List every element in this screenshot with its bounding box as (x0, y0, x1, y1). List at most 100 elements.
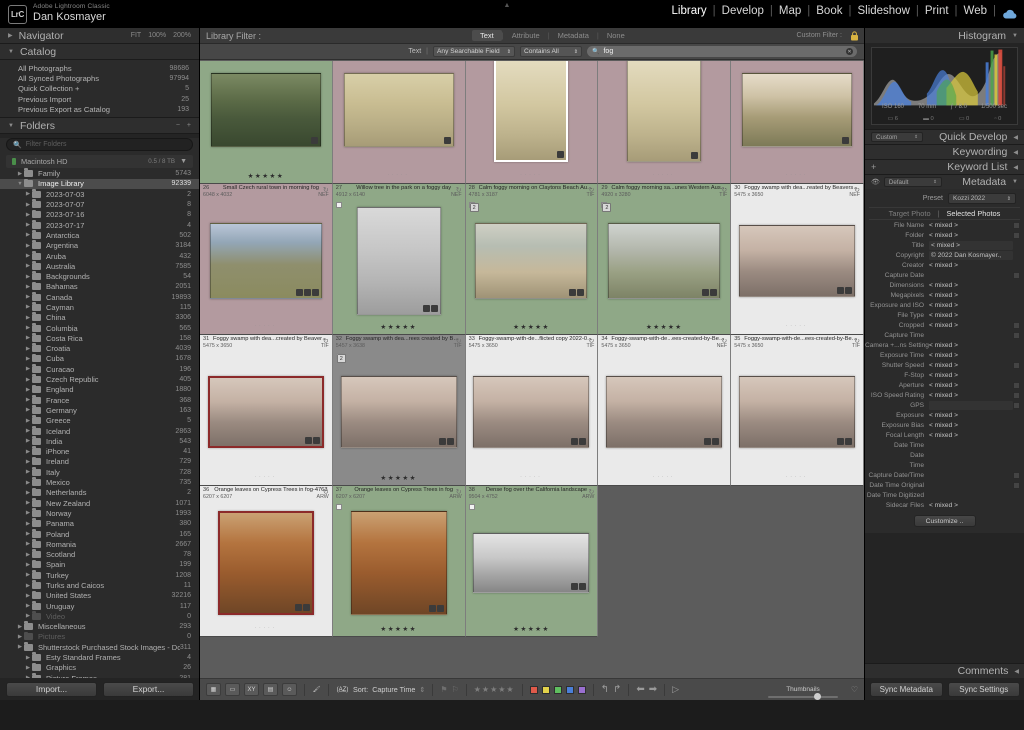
add-folder-button[interactable]: + (187, 122, 191, 129)
metadata-field-action-icon[interactable] (1013, 401, 1020, 409)
metadata-field-action-icon[interactable] (1013, 321, 1020, 329)
cell-body[interactable]: ↻ (333, 61, 465, 171)
folder-disclosure-icon[interactable]: ▶ (24, 387, 32, 393)
rotate-icon[interactable]: ↻ (589, 337, 595, 345)
cell-badge-icon[interactable] (710, 289, 718, 296)
folder-item[interactable]: ▶ Canada 19893 (0, 291, 199, 302)
metadata-field-action-icon[interactable] (1013, 361, 1020, 369)
metadata-field[interactable]: Exposure < mixed > (865, 410, 1024, 420)
metadata-field-value[interactable]: < mixed > (929, 412, 1013, 419)
cell-body[interactable]: ↻ (200, 61, 332, 171)
metadata-field[interactable]: File Type < mixed > (865, 310, 1024, 320)
photo-thumbnail[interactable] (356, 207, 441, 315)
folder-item[interactable]: ▶ France 368 (0, 394, 199, 405)
folder-disclosure-icon[interactable]: ▶ (24, 356, 32, 362)
metadata-field[interactable]: Cropped < mixed > (865, 320, 1024, 330)
thumbnail-grid[interactable]: 6016 x 1284CR2↻★★★★★6016 x 1284CR2↻·····… (200, 61, 864, 667)
cell-body[interactable]: ↻ (200, 338, 332, 473)
photo-thumbnail[interactable] (343, 73, 454, 147)
stack-count-badge[interactable]: 2 (336, 354, 346, 363)
metadata-field-action-icon[interactable] (1013, 481, 1020, 489)
cell-rating-stars[interactable]: ····· (200, 323, 332, 328)
folder-disclosure-icon[interactable]: ▶ (24, 253, 32, 259)
flag-pick-icon[interactable] (335, 202, 342, 208)
folder-item[interactable]: ▶ Mexico 735 (0, 477, 199, 487)
photo-thumbnail[interactable] (473, 376, 590, 448)
folder-disclosure-icon[interactable]: ▶ (24, 377, 32, 383)
folder-disclosure-icon[interactable]: ▶ (24, 222, 32, 228)
cell-rating-stars[interactable]: ★★★★★ (200, 172, 332, 180)
folder-item[interactable]: ▶ 2023-07-16 8 (0, 209, 199, 220)
thumbnail-cell[interactable]: 27 Willow tree in the park on a foggy day… (332, 184, 466, 335)
folder-disclosure-icon[interactable]: ▶ (24, 325, 32, 331)
folder-item[interactable]: ▶ Germany 163 (0, 405, 199, 415)
folder-item[interactable]: ▶ Esty Standard Frames 4 (0, 652, 199, 662)
folder-item[interactable]: ▶ China 3306 (0, 312, 199, 323)
flag-reject-icon[interactable]: ⚐ (452, 685, 459, 694)
metadata-field[interactable]: Copyright © 2022 Dan Kosmayer., (865, 250, 1024, 260)
photo-thumbnail[interactable] (627, 61, 702, 162)
navigator-header[interactable]: ▶ Navigator FIT 100% 200% (0, 28, 199, 44)
folder-item[interactable]: ▶ Netherlands 2 (0, 487, 199, 498)
metadata-field[interactable]: Capture Date (865, 270, 1024, 280)
module-develop[interactable]: Develop (716, 5, 770, 17)
filter-tab-none[interactable]: None (599, 30, 633, 41)
folder-disclosure-icon[interactable]: ▶ (24, 418, 32, 424)
cell-rating-stars[interactable]: ····· (466, 474, 598, 479)
search-input[interactable]: 🔍 fog ✕ (587, 46, 857, 57)
folder-item[interactable]: ▶ Poland 165 (0, 528, 199, 539)
custom-filter-label[interactable]: Custom Filter : (796, 32, 842, 39)
cell-body[interactable]: ↻ (598, 338, 730, 473)
folder-disclosure-icon[interactable]: ▶ (16, 644, 24, 650)
sync-settings-button[interactable]: Sync Settings (947, 681, 1020, 697)
metadata-field-value[interactable]: < mixed > (929, 502, 1013, 509)
folder-item[interactable]: ▶ Antarctica 502 (0, 230, 199, 240)
folder-disclosure-icon[interactable]: ▶ (24, 407, 32, 413)
rotate-left-icon[interactable]: ↰ (601, 684, 609, 695)
metadata-field[interactable]: Camera +...ns Setting < mixed > (865, 340, 1024, 350)
grid-view-icon[interactable]: ▦ (206, 683, 221, 696)
metadata-field-value[interactable]: < mixed > (929, 312, 1013, 319)
photo-thumbnail[interactable] (606, 376, 723, 448)
module-book[interactable]: Book (810, 5, 848, 17)
folder-item[interactable]: ▶ United States 32216 (0, 590, 199, 601)
cell-rating-stars[interactable]: ★★★★★ (466, 625, 598, 633)
volume-row-macintosh-hd[interactable]: Macintosh HD 0.5 / 8 TB ▼ (6, 155, 193, 169)
remove-folder-button[interactable]: − (176, 122, 180, 129)
rotate-icon[interactable]: ↻ (456, 186, 462, 194)
cell-rating-stars[interactable]: ★★★★★ (598, 323, 730, 331)
folder-item[interactable]: ▶ Columbia 565 (0, 322, 199, 333)
metadata-field[interactable]: Capture Time (865, 330, 1024, 340)
import-button[interactable]: Import... (6, 681, 97, 697)
cloud-sync-icon[interactable] (1002, 9, 1018, 20)
cell-badge-icon[interactable] (702, 289, 710, 296)
quick-develop-preset[interactable]: Custom ⇕ (871, 132, 923, 142)
thumbnail-size-slider[interactable]: Thumbnails (768, 686, 838, 700)
metadata-field-value[interactable]: < mixed > (929, 342, 1013, 349)
folder-item[interactable]: ▶ Uruguay 117 (0, 600, 199, 611)
rotate-icon[interactable]: ↻ (323, 186, 329, 194)
metadata-field-value[interactable]: < mixed > (929, 432, 1013, 439)
filter-tab-metadata[interactable]: Metadata (550, 30, 597, 41)
sort-az-icon[interactable]: (A̲Z̲) (336, 683, 349, 696)
histogram-graph[interactable]: ISO 160 70 mm ƒ / 8.0 1/500 sec ▭ 6 ▬ 0 … (871, 47, 1018, 125)
module-map[interactable]: Map (773, 5, 807, 17)
cell-badge-icon[interactable] (303, 289, 311, 296)
metadata-field[interactable]: Dimensions < mixed > (865, 280, 1024, 290)
rotate-icon[interactable]: ↻ (323, 488, 329, 496)
folder-item[interactable]: ▶ Family 5743 (0, 168, 199, 178)
sort-value[interactable]: Capture Time (372, 685, 415, 694)
customize-button[interactable]: Customize .. (913, 515, 976, 527)
cell-rating-stars[interactable]: ····· (466, 172, 598, 177)
cell-body[interactable]: ↻ (200, 489, 332, 624)
metadata-field[interactable]: Time (865, 460, 1024, 470)
cell-badge-icon[interactable] (571, 583, 579, 590)
photo-thumbnail[interactable] (350, 511, 447, 615)
folder-item[interactable]: ▶ Shutterstock Purchased Stock Images - D… (0, 641, 199, 652)
tab-selected-photos[interactable]: Selected Photos (947, 209, 1001, 218)
catalog-item[interactable]: Quick Collection + 5 (0, 84, 199, 94)
folder-item[interactable]: ▶ England 1880 (0, 384, 199, 395)
survey-view-icon[interactable]: ▤ (263, 683, 278, 696)
metadata-field-value[interactable]: < mixed > (929, 262, 1013, 269)
cell-badge-icon[interactable] (311, 289, 319, 296)
